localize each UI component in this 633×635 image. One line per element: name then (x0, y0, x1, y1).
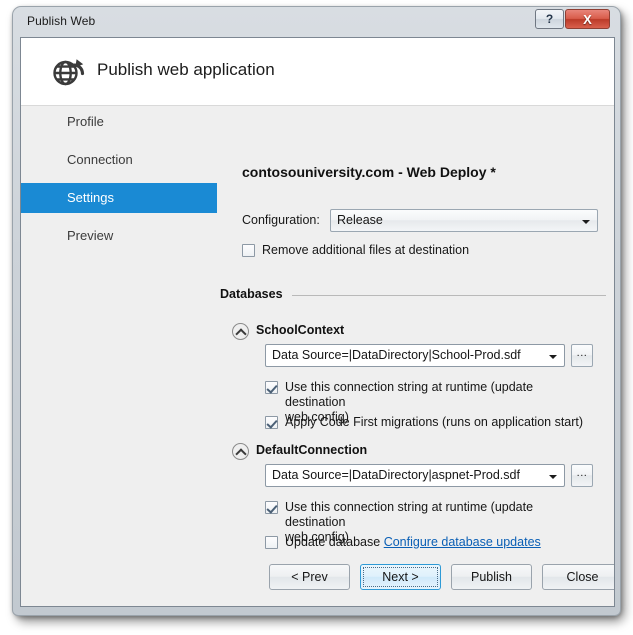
sidebar-item-connection[interactable]: Connection (21, 145, 216, 175)
window-title: Publish Web (27, 14, 96, 28)
checkbox-box (265, 536, 278, 549)
remove-additional-files-checkbox[interactable]: Remove additional files at destination (242, 243, 582, 258)
checkbox-box (265, 416, 278, 429)
connection-string-input[interactable]: Data Source=|DataDirectory|School-Prod.s… (265, 344, 565, 367)
configuration-row: Configuration: Release (242, 209, 602, 233)
help-button[interactable]: ? (535, 9, 564, 29)
databases-group-header: Databases (220, 287, 610, 303)
close-button[interactable]: Close (542, 564, 614, 590)
window-inner-frame: Publish Web ? X Publish web application … (19, 7, 616, 611)
publish-button[interactable]: Publish (451, 564, 532, 590)
sidebar-item-settings[interactable]: Settings (21, 183, 217, 213)
checkbox-box (265, 501, 278, 514)
sidebar-item-profile[interactable]: Profile (21, 107, 216, 137)
checkbox-box (242, 244, 255, 257)
checkbox-label: Remove additional files at destination (262, 243, 470, 257)
focus-indicator (363, 567, 438, 587)
sidebar-item-label: Connection (67, 152, 133, 167)
configuration-select[interactable]: Release (330, 209, 598, 232)
wizard-step-nav: Profile Connection Settings Preview (21, 107, 217, 251)
selection-pointer-icon (171, 183, 184, 213)
collapse-chevron-up-icon[interactable] (232, 443, 249, 460)
connection-string-value: Data Source=|DataDirectory|aspnet-Prod.s… (272, 468, 520, 482)
database-name: SchoolContext (256, 323, 345, 337)
configure-database-updates-link[interactable]: Configure database updates (384, 535, 541, 549)
group-divider (292, 295, 606, 296)
browse-connection-button[interactable]: ... (571, 464, 593, 487)
dialog-button-bar: < Prev Next > Publish Close (21, 564, 614, 590)
sidebar-item-label: Settings (67, 190, 114, 205)
browse-connection-button[interactable]: ... (571, 344, 593, 367)
chevron-down-icon (549, 355, 557, 359)
checkbox-label: Apply Code First migrations (runs on app… (285, 415, 584, 429)
dialog-header: Publish web application (21, 38, 614, 106)
checkbox-box (265, 381, 278, 394)
dialog-client-area: Publish web application Profile Connecti… (20, 37, 615, 607)
title-bar[interactable]: Publish Web ? X (19, 7, 616, 37)
databases-group-label: Databases (220, 287, 289, 301)
next-button[interactable]: Next > (360, 564, 441, 590)
sidebar-item-label: Profile (67, 114, 104, 129)
collapse-chevron-up-icon[interactable] (232, 323, 249, 340)
connection-string-value: Data Source=|DataDirectory|School-Prod.s… (272, 348, 521, 362)
chevron-down-icon (582, 220, 590, 224)
prev-button[interactable]: < Prev (269, 564, 350, 590)
globe-publish-icon (49, 53, 87, 91)
close-window-button[interactable]: X (565, 9, 610, 29)
update-database-checkbox[interactable]: Update database Configure database updat… (265, 535, 605, 550)
sidebar-item-preview[interactable]: Preview (21, 221, 216, 251)
page-title: Publish web application (97, 60, 275, 79)
update-database-label: Update database (285, 535, 384, 549)
apply-code-first-migrations-checkbox[interactable]: Apply Code First migrations (runs on app… (265, 415, 595, 430)
publish-web-dialog: Publish Web ? X Publish web application … (12, 6, 621, 616)
chevron-down-icon (549, 475, 557, 479)
connection-string-input[interactable]: Data Source=|DataDirectory|aspnet-Prod.s… (265, 464, 565, 487)
sidebar-item-label: Preview (67, 228, 114, 243)
configuration-label: Configuration: (242, 213, 320, 227)
publish-target-heading: contosouniversity.com - Web Deploy * (242, 164, 496, 180)
configuration-value: Release (337, 213, 383, 227)
database-name: DefaultConnection (256, 443, 368, 457)
checkbox-label: Update database Configure database updat… (285, 535, 605, 550)
